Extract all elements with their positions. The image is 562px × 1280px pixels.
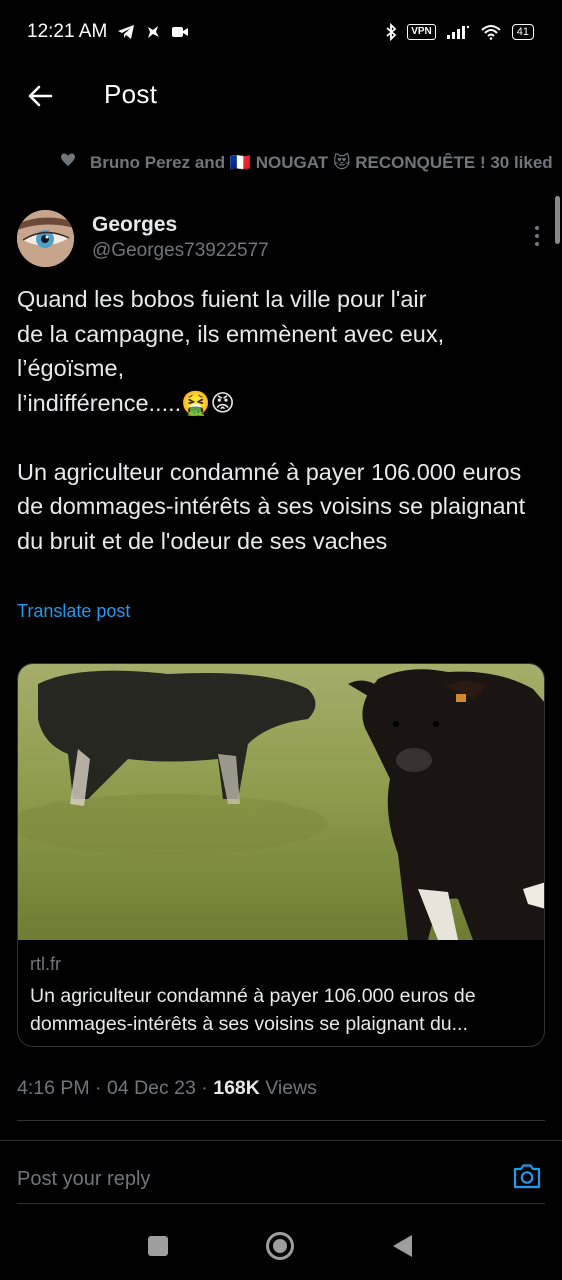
- home-button[interactable]: [266, 1232, 294, 1260]
- post-time: 4:16 PM: [17, 1077, 90, 1099]
- card-domain: rtl.fr: [30, 954, 61, 974]
- more-dot-icon: [535, 242, 539, 246]
- system-back-button[interactable]: [393, 1235, 412, 1257]
- heart-icon: [61, 153, 75, 166]
- post-date: 04 Dec 23: [106, 1077, 196, 1099]
- reply-bar-top-border: [0, 1140, 562, 1141]
- camera-icon: [513, 1164, 541, 1189]
- status-bar: 12:21 AM VPN 41: [0, 0, 562, 64]
- video-icon: [172, 27, 189, 37]
- card-image: [18, 664, 544, 940]
- more-dot-icon: [535, 226, 539, 230]
- author-name[interactable]: Georges: [92, 213, 177, 237]
- divider: [17, 1203, 545, 1204]
- recent-apps-button[interactable]: [148, 1236, 168, 1256]
- scrollbar-thumb[interactable]: [555, 196, 560, 244]
- camera-button[interactable]: [512, 1162, 544, 1192]
- bluetooth-icon: [386, 23, 397, 41]
- post-meta: 4:16 PM · 04 Dec 23 · 168K Views: [17, 1077, 317, 1100]
- telegram-icon: [118, 25, 135, 39]
- avatar[interactable]: [17, 210, 74, 267]
- link-card[interactable]: rtl.fr Un agriculteur condamné à payer 1…: [17, 663, 545, 1047]
- card-title: Un agriculteur condamné à payer 106.000 …: [30, 985, 476, 1035]
- page-title: Post: [104, 79, 158, 109]
- vpn-badge: VPN: [407, 24, 436, 40]
- status-time: 12:21 AM: [27, 21, 108, 42]
- avatar-eye-image: [17, 210, 74, 267]
- notification-app-icon: [148, 26, 160, 38]
- post-text: Quand les bobos fuient la ville pour l'a…: [17, 286, 526, 554]
- status-left: 12:21 AM: [27, 21, 189, 43]
- header: Post: [0, 64, 562, 128]
- wifi-icon: [481, 25, 501, 40]
- reply-input[interactable]: [17, 1162, 497, 1196]
- status-right: VPN 41: [385, 23, 534, 41]
- back-button[interactable]: [24, 80, 56, 112]
- social-context[interactable]: Bruno Perez and 🇫🇷 NOUGAT 😻 RECONQUÊTE !…: [60, 150, 555, 176]
- system-nav-bar: [0, 1205, 562, 1280]
- arrow-left-icon: [28, 85, 53, 107]
- more-dot-icon: [535, 234, 539, 238]
- battery-indicator: 41: [511, 24, 534, 40]
- divider: [17, 1120, 545, 1121]
- social-context-text: Bruno Perez and 🇫🇷 NOUGAT 😻 RECONQUÊTE !…: [90, 153, 553, 172]
- more-options-button[interactable]: [527, 224, 547, 248]
- author-row: Georges @Georges73922577: [17, 210, 547, 270]
- signal-icon: [446, 25, 469, 39]
- views-count[interactable]: 168K: [213, 1077, 260, 1099]
- translate-post-link[interactable]: Translate post: [17, 601, 130, 622]
- author-handle[interactable]: @Georges73922577: [92, 240, 269, 262]
- meta-separator: ·: [201, 1077, 208, 1099]
- meta-separator: ·: [95, 1077, 102, 1099]
- views-label: Views: [265, 1077, 317, 1099]
